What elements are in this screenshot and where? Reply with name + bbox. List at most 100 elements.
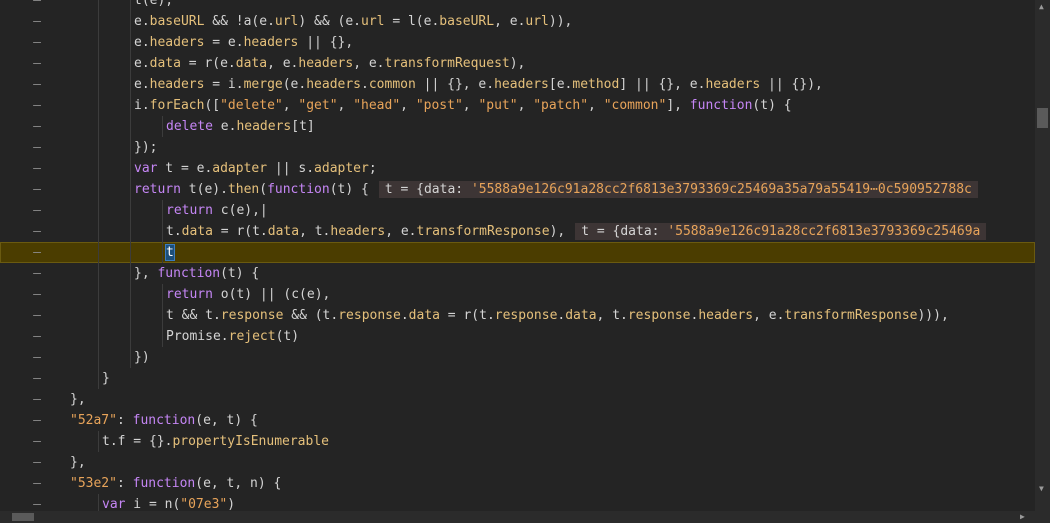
code-token: , e. (385, 224, 417, 239)
code-line[interactable]: – t.f = {}.propertyIsEnumerable (0, 431, 1035, 452)
line-gutter-marker[interactable]: – (0, 347, 62, 368)
code-line[interactable]: – return t(e).then(function(t) {t = {data… (0, 179, 1035, 200)
code-token: ( (259, 182, 268, 197)
code-token: || s. (267, 161, 315, 176)
line-gutter-marker[interactable]: – (0, 221, 62, 242)
code-token: }, (70, 392, 86, 407)
code-line[interactable]: –}) (0, 347, 1035, 368)
horizontal-scroll-thumb[interactable] (12, 513, 34, 521)
code-token: (t) (275, 329, 300, 344)
code-text: }) (70, 347, 150, 368)
indent-guide (98, 137, 99, 158)
code-token: t && t. (166, 308, 221, 323)
line-gutter-marker[interactable]: – (0, 431, 62, 452)
inline-variable-value[interactable]: t = {data: '5588a9e126c91a28cc2f6813e379… (378, 181, 978, 198)
indent-guide (98, 158, 99, 179)
code-editor[interactable]: – t(e), – e.baseURL && !a(e.url) && (e.url … (0, 0, 1035, 511)
line-gutter-marker[interactable]: – (0, 284, 62, 305)
code-line[interactable]: – return o(t) || (c(e), (0, 284, 1035, 305)
string-token: "delete" (220, 98, 283, 113)
code-text: Promise.reject(t) (70, 326, 299, 347)
keyword-token: var (102, 497, 126, 511)
line-gutter-marker[interactable]: – (0, 200, 62, 221)
property-token: headers (494, 77, 549, 92)
code-token: e. (134, 77, 150, 92)
line-gutter-marker[interactable]: – (0, 242, 62, 263)
code-line[interactable]: –}, (0, 452, 1035, 473)
keyword-token: delete (166, 119, 213, 134)
code-token: e. (134, 14, 150, 29)
code-line[interactable]: – t(e), (0, 0, 1035, 11)
code-text: }, (70, 389, 86, 410)
line-gutter-marker[interactable]: – (0, 452, 62, 473)
string-token: "post" (415, 98, 463, 113)
line-gutter-marker[interactable]: – (0, 0, 62, 11)
horizontal-scrollbar[interactable]: ▶ (0, 511, 1035, 523)
line-gutter-marker[interactable]: – (0, 179, 62, 200)
line-gutter-marker[interactable]: – (0, 53, 62, 74)
indent-guide (98, 200, 99, 221)
string-token: "patch" (533, 98, 589, 113)
code-line[interactable]: – return c(e),| (0, 200, 1035, 221)
vertical-scroll-thumb[interactable] (1037, 108, 1048, 128)
inline-variable-value[interactable]: t = {data: '5588a9e126c91a28cc2f6813e379… (575, 223, 987, 240)
code-line[interactable]: – var i = n("07e3") (0, 494, 1035, 511)
indent-guide (162, 116, 163, 137)
indent-guide (130, 74, 131, 95)
code-line[interactable]: –}, (0, 389, 1035, 410)
code-line[interactable]: – e.baseURL && !a(e.url) && (e.url = l(e.… (0, 11, 1035, 32)
line-gutter-marker[interactable]: – (0, 473, 62, 494)
code-line[interactable]: – e.data = r(e.data, e.headers, e.transfo… (0, 53, 1035, 74)
code-token: t = e. (157, 161, 213, 176)
code-line[interactable]: – t.data = r(t.data, t.headers, e.transfo… (0, 221, 1035, 242)
line-gutter-marker[interactable]: – (0, 95, 62, 116)
code-line[interactable]: – e.headers = i.merge(e.headers.common ||… (0, 74, 1035, 95)
vertical-scrollbar[interactable]: ▲ ▼ (1035, 0, 1050, 511)
scroll-up-arrow-icon[interactable]: ▲ (1039, 2, 1044, 12)
scroll-right-arrow-icon[interactable]: ▶ (1020, 512, 1025, 522)
line-gutter-marker[interactable]: – (0, 263, 62, 284)
keyword-token: function (132, 476, 196, 491)
code-line[interactable]: –}, function(t) { (0, 263, 1035, 284)
line-gutter-marker[interactable]: – (0, 137, 62, 158)
code-line[interactable]: – "53e2": function(e, t, n) { (0, 473, 1035, 494)
string-token: "put" (478, 98, 518, 113)
code-line[interactable]: – "52a7": function(e, t) { (0, 410, 1035, 431)
line-gutter-marker[interactable]: – (0, 494, 62, 511)
code-line[interactable]: – var t = e.adapter || s.adapter; (0, 158, 1035, 179)
code-line[interactable]: –} (0, 368, 1035, 389)
line-gutter-marker[interactable]: – (0, 74, 62, 95)
line-gutter-marker[interactable]: – (0, 11, 62, 32)
line-gutter-marker[interactable]: – (0, 368, 62, 389)
line-gutter-marker[interactable]: – (0, 389, 62, 410)
code-line[interactable]: – delete e.headers[t] (0, 116, 1035, 137)
code-line[interactable]: – e.headers = e.headers || {}, (0, 32, 1035, 53)
code-token: [t] (291, 119, 315, 134)
line-gutter-marker[interactable]: – (0, 410, 62, 431)
string-token: "52a7" (70, 413, 117, 428)
code-line[interactable]: – t && t.response && (t.response.data = r… (0, 305, 1035, 326)
property-token: data (181, 224, 213, 239)
line-gutter-marker[interactable]: – (0, 305, 62, 326)
code-line[interactable]: – i.forEach(["delete", "get", "head", "po… (0, 95, 1035, 116)
indent-guide (98, 368, 99, 389)
scroll-down-arrow-icon[interactable]: ▼ (1039, 484, 1044, 494)
code-token: ) (227, 497, 236, 511)
code-token: = e. (204, 35, 244, 50)
code-text: } (70, 368, 110, 389)
scrollbar-corner (1035, 511, 1050, 523)
line-gutter-marker[interactable]: – (0, 158, 62, 179)
current-execution-line[interactable]: – t (0, 242, 1035, 263)
property-token: headers (243, 35, 299, 50)
code-token: ([ (204, 98, 221, 113)
indent-guide (98, 95, 99, 116)
code-token: , (400, 98, 416, 113)
code-line[interactable]: –}); (0, 137, 1035, 158)
code-line[interactable]: – Promise.reject(t) (0, 326, 1035, 347)
line-gutter-marker[interactable]: – (0, 116, 62, 137)
line-gutter-marker[interactable]: – (0, 326, 62, 347)
line-gutter-marker[interactable]: – (0, 32, 62, 53)
property-token: url (274, 14, 299, 29)
indent-guide (130, 221, 131, 242)
code-token: , (282, 98, 299, 113)
